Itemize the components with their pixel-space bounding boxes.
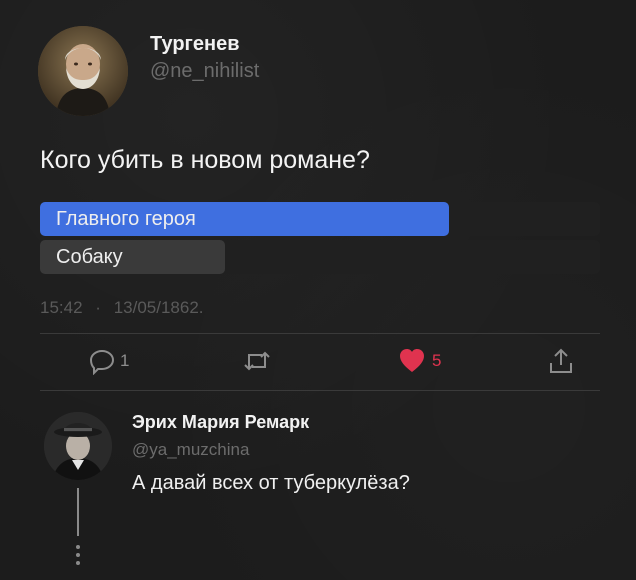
reply-count: 1 [120, 351, 130, 370]
tweet-date: 13/05/1862. [113, 298, 204, 317]
share-icon [550, 348, 572, 373]
thread-dot [76, 553, 80, 557]
reply-author-avatar[interactable] [44, 412, 112, 480]
tweet-timestamp[interactable]: 15:42 · 13/05/1862. [40, 298, 204, 318]
thread-line [77, 488, 79, 536]
like-count: 5 [432, 351, 442, 370]
heart-icon [400, 349, 424, 372]
thread-dot [76, 545, 80, 549]
divider [40, 333, 600, 334]
reply-button[interactable]: 1 [88, 346, 129, 376]
poll-option-2[interactable]: Собаку [40, 240, 600, 274]
portrait-man-in-hat-icon [44, 412, 112, 480]
thread-dot [76, 561, 80, 565]
author-handle[interactable]: @ne_nihilist [150, 60, 259, 83]
reply-author-name[interactable]: Эрих Мария Ремарк [132, 412, 309, 433]
poll-option-2-label: Собаку [56, 246, 123, 268]
share-button[interactable] [548, 346, 574, 376]
poll-option-1-label: Главного героя [56, 208, 196, 230]
meta-separator: · [95, 298, 101, 317]
author-name[interactable]: Тургенев [150, 33, 239, 56]
tweet-text: Кого убить в новом романе? [40, 146, 370, 174]
divider [40, 390, 600, 391]
reply-text: А давай всех от туберкулёза? [132, 472, 410, 494]
reply-icon [89, 349, 115, 375]
retweet-icon [244, 351, 270, 371]
reply-author-handle[interactable]: @ya_muzchina [132, 440, 249, 460]
poll-option-1[interactable]: Главного героя [40, 202, 600, 236]
author-avatar[interactable] [38, 26, 128, 116]
portrait-bearded-man-icon [38, 26, 128, 116]
retweet-button[interactable] [242, 346, 276, 376]
like-button[interactable]: 5 [398, 346, 441, 376]
tweet-time: 15:42 [40, 298, 83, 317]
tweet-card: Тургенев @ne_nihilist Кого убить в новом… [0, 0, 636, 580]
